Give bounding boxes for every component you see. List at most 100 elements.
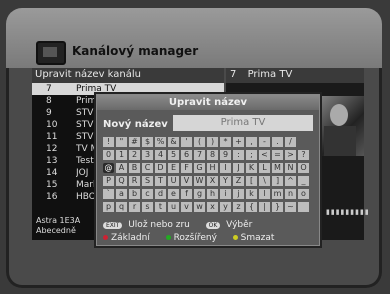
keyboard-key[interactable]: ] xyxy=(272,176,283,186)
keyboard-key[interactable]: d xyxy=(155,189,166,199)
keyboard-key[interactable]: # xyxy=(129,137,140,147)
keyboard-key[interactable]: p xyxy=(103,202,114,212)
option-basic[interactable]: Základní xyxy=(103,233,150,243)
keyboard-key[interactable]: I xyxy=(220,163,231,173)
keyboard-key[interactable]: v xyxy=(181,202,192,212)
keyboard-key[interactable]: r xyxy=(129,202,140,212)
keyboard-key[interactable]: * xyxy=(220,137,231,147)
keyboard-key[interactable]: 5 xyxy=(168,150,179,160)
keyboard-key[interactable]: G xyxy=(194,163,205,173)
keyboard-key[interactable]: _ xyxy=(298,176,309,186)
keyboard-key[interactable]: 3 xyxy=(142,150,153,160)
option-delete[interactable]: Smazat xyxy=(232,233,274,243)
keyboard-key[interactable]: - xyxy=(259,137,270,147)
keyboard-key[interactable]: = xyxy=(272,150,283,160)
keyboard-key[interactable]: q xyxy=(116,202,127,212)
keyboard-key[interactable]: 8 xyxy=(207,150,218,160)
keyboard-key[interactable]: 4 xyxy=(155,150,166,160)
keyboard-key[interactable]: + xyxy=(233,137,244,147)
keyboard-key[interactable]: . xyxy=(272,137,283,147)
exit-button[interactable]: EXIT xyxy=(103,222,123,229)
keyboard-key[interactable]: U xyxy=(168,176,179,186)
keyboard-key[interactable]: f xyxy=(181,189,192,199)
keyboard-key[interactable]: K xyxy=(246,163,257,173)
keyboard-key[interactable]: P xyxy=(103,176,114,186)
keyboard-key[interactable]: k xyxy=(246,189,257,199)
keyboard-key[interactable]: E xyxy=(168,163,179,173)
keyboard-key[interactable]: X xyxy=(207,176,218,186)
keyboard-key[interactable]: { xyxy=(246,202,257,212)
keyboard-key[interactable]: m xyxy=(272,189,283,199)
keyboard-key[interactable]: h xyxy=(207,189,218,199)
keyboard-key[interactable]: & xyxy=(168,137,179,147)
keyboard-key[interactable]: H xyxy=(207,163,218,173)
keyboard-key[interactable]: 7 xyxy=(194,150,205,160)
keyboard-key[interactable]: j xyxy=(233,189,244,199)
keyboard-key[interactable]: R xyxy=(129,176,140,186)
keyboard-key[interactable]: M xyxy=(272,163,283,173)
keyboard-key[interactable]: 9 xyxy=(220,150,231,160)
keyboard-key[interactable]: T xyxy=(155,176,166,186)
keyboard-key[interactable]: S xyxy=(142,176,153,186)
keyboard-key[interactable]: l xyxy=(259,189,270,199)
keyboard-key[interactable]: @ xyxy=(103,163,114,173)
keyboard-key[interactable]: ) xyxy=(207,137,218,147)
keyboard-key[interactable]: Z xyxy=(233,176,244,186)
keyboard-key[interactable]: J xyxy=(233,163,244,173)
keyboard-key[interactable]: V xyxy=(181,176,192,186)
keyboard-key[interactable]: A xyxy=(116,163,127,173)
ok-button[interactable]: OK xyxy=(205,222,221,229)
keyboard-key[interactable]: y xyxy=(220,202,231,212)
new-name-input[interactable]: Prima TV xyxy=(173,115,313,131)
keyboard-key[interactable]: : xyxy=(233,150,244,160)
keyboard-key[interactable]: o xyxy=(298,189,309,199)
keyboard-key[interactable]: ' xyxy=(181,137,192,147)
keyboard-key[interactable]: B xyxy=(129,163,140,173)
keyboard-key[interactable]: c xyxy=(142,189,153,199)
keyboard-key[interactable]: ; xyxy=(246,150,257,160)
keyboard-key[interactable]: > xyxy=(285,150,296,160)
keyboard-key[interactable]: / xyxy=(285,137,296,147)
keyboard-key[interactable]: s xyxy=(142,202,153,212)
keyboard-key[interactable]: ~ xyxy=(285,202,296,212)
keyboard-key[interactable]: , xyxy=(246,137,257,147)
keyboard-key[interactable]: ` xyxy=(103,189,114,199)
keyboard-key[interactable]: g xyxy=(194,189,205,199)
option-extended[interactable]: Rozšířený xyxy=(165,233,217,243)
keyboard-key[interactable]: 2 xyxy=(129,150,140,160)
keyboard-key[interactable]: a xyxy=(116,189,127,199)
keyboard-key[interactable]: $ xyxy=(142,137,153,147)
keyboard-key[interactable]: Q xyxy=(116,176,127,186)
keyboard-key[interactable]: w xyxy=(194,202,205,212)
keyboard-key[interactable]: ! xyxy=(103,137,114,147)
keyboard-key[interactable]: N xyxy=(285,163,296,173)
keyboard-key[interactable]: } xyxy=(272,202,283,212)
keyboard-key[interactable]: ? xyxy=(298,150,309,160)
keyboard-key[interactable]: ( xyxy=(194,137,205,147)
keyboard-key[interactable]: C xyxy=(142,163,153,173)
keyboard-key[interactable]: ^ xyxy=(285,176,296,186)
keyboard-key[interactable]: % xyxy=(155,137,166,147)
keyboard-key[interactable]: b xyxy=(129,189,140,199)
keyboard-key[interactable]: F xyxy=(181,163,192,173)
keyboard-key[interactable]: t xyxy=(155,202,166,212)
keyboard-key[interactable]: [ xyxy=(246,176,257,186)
keyboard-key[interactable]: \ xyxy=(259,176,270,186)
keyboard-key[interactable]: e xyxy=(168,189,179,199)
keyboard-key[interactable]: 6 xyxy=(181,150,192,160)
keyboard-key[interactable]: Y xyxy=(220,176,231,186)
keyboard-key[interactable]: D xyxy=(155,163,166,173)
keyboard-key[interactable]: x xyxy=(207,202,218,212)
keyboard-key[interactable] xyxy=(298,202,309,212)
keyboard-key[interactable]: < xyxy=(259,150,270,160)
keyboard-key[interactable]: z xyxy=(233,202,244,212)
keyboard-key[interactable]: 0 xyxy=(103,150,114,160)
keyboard-key[interactable]: L xyxy=(259,163,270,173)
keyboard-key[interactable]: n xyxy=(285,189,296,199)
keyboard-key[interactable]: | xyxy=(259,202,270,212)
keyboard-key[interactable]: 1 xyxy=(116,150,127,160)
keyboard-key[interactable]: u xyxy=(168,202,179,212)
keyboard-key[interactable]: " xyxy=(116,137,127,147)
keyboard-key[interactable]: W xyxy=(194,176,205,186)
keyboard-key[interactable]: i xyxy=(220,189,231,199)
